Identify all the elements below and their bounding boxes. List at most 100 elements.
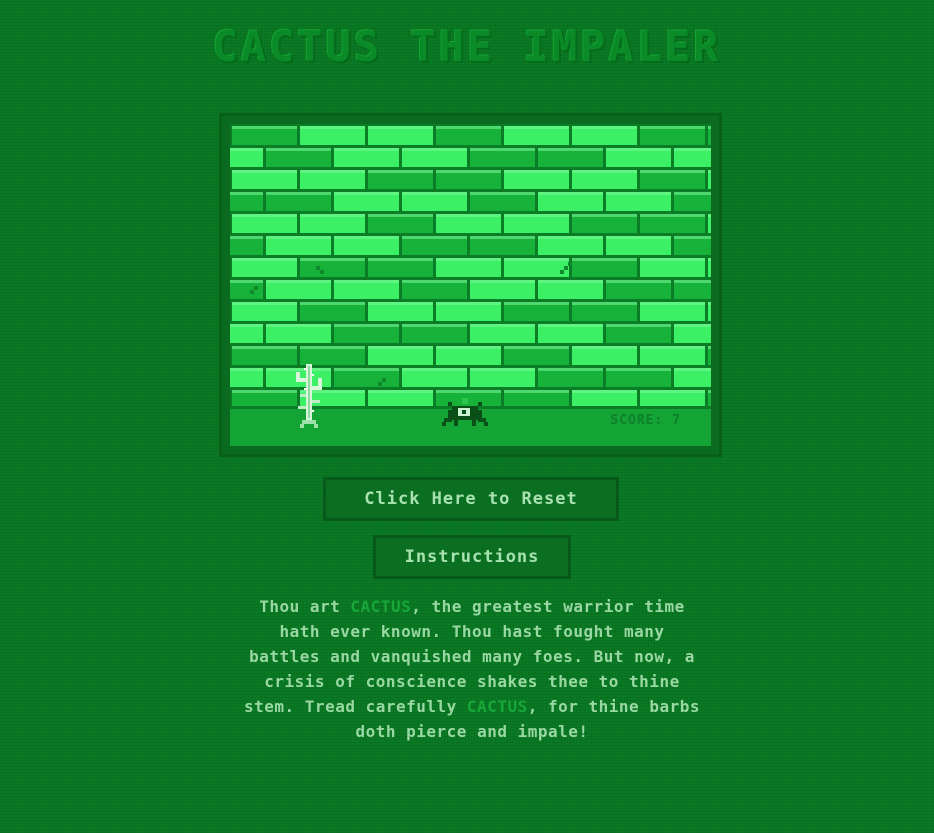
brick-highlight (674, 280, 711, 283)
brick-highlight (300, 346, 365, 349)
brick-highlight (572, 390, 637, 393)
brick-highlight (674, 148, 711, 151)
brick-highlight (708, 214, 711, 217)
brick-highlight (538, 148, 603, 151)
brick-highlight (640, 170, 705, 173)
brick-highlight (368, 346, 433, 349)
brick-highlight (266, 280, 331, 283)
story-text: Thou art CACTUS, the greatest warrior ti… (242, 594, 702, 744)
brick-highlight (402, 280, 467, 283)
cactus-name-1: CACTUS (350, 597, 412, 616)
game-frame: SCORE: 7 (222, 116, 719, 454)
brick-highlight (708, 258, 711, 261)
brick-highlight (334, 236, 399, 239)
brick-highlight (572, 214, 637, 217)
brick-highlight (640, 258, 705, 261)
brick-highlight (606, 280, 671, 283)
brick-highlight (334, 192, 399, 195)
brick-highlight (504, 170, 569, 173)
brick-highlight (470, 368, 535, 371)
page-title: CACTUS THE IMPALER (212, 22, 722, 71)
brick-highlight (504, 214, 569, 217)
cactus-name-2: CACTUS (466, 697, 528, 716)
brick-highlight (606, 148, 671, 151)
brick-highlight (232, 258, 297, 261)
brick-highlight (402, 236, 467, 239)
brick-highlight (368, 302, 433, 305)
brick-highlight (640, 390, 705, 393)
reset-button[interactable]: Click Here to Reset (323, 477, 619, 521)
brick-highlight (334, 324, 399, 327)
brick-highlight (708, 302, 711, 305)
game-canvas[interactable]: SCORE: 7 (230, 124, 711, 446)
brick-highlight (436, 126, 501, 129)
brick-highlight (232, 126, 297, 129)
brick-highlight (300, 126, 365, 129)
brick-highlight (470, 324, 535, 327)
brick-highlight (300, 258, 365, 261)
brick-highlight (232, 390, 297, 393)
brick-highlight (402, 324, 467, 327)
brick-highlight (436, 346, 501, 349)
brick-highlight (470, 192, 535, 195)
brick-highlight (266, 324, 331, 327)
brick-highlight (606, 236, 671, 239)
brick-highlight (266, 192, 331, 195)
brick-highlight (640, 214, 705, 217)
brick-highlight (232, 302, 297, 305)
brick-highlight (232, 214, 297, 217)
brick-highlight (436, 258, 501, 261)
brick-highlight (368, 390, 433, 393)
brick-highlight (230, 192, 263, 195)
brick-highlight (504, 390, 569, 393)
brick-highlight (436, 214, 501, 217)
brick-highlight (674, 324, 711, 327)
brick-highlight (402, 368, 467, 371)
brick-highlight (266, 236, 331, 239)
brick-highlight (300, 170, 365, 173)
brick-highlight (572, 170, 637, 173)
brick-highlight (572, 346, 637, 349)
brick-highlight (436, 390, 501, 393)
brick-highlight (470, 280, 535, 283)
brick-highlight (674, 368, 711, 371)
brick-highlight (538, 324, 603, 327)
brick-highlight (606, 324, 671, 327)
brick-highlight (504, 126, 569, 129)
brick-highlight (504, 258, 569, 261)
brick-highlight (230, 236, 263, 239)
brick-highlight (538, 236, 603, 239)
brick-highlight (708, 170, 711, 173)
brick-highlight (368, 258, 433, 261)
story-part-1: Thou art (259, 597, 351, 616)
brick-highlight (436, 170, 501, 173)
brick-highlight (230, 148, 263, 151)
brick-highlight (640, 302, 705, 305)
brick-highlight (368, 170, 433, 173)
brick-highlight (708, 390, 711, 393)
brick-highlight (230, 324, 263, 327)
brick-highlight (572, 302, 637, 305)
brick-highlight (300, 214, 365, 217)
instructions-button[interactable]: Instructions (373, 535, 571, 579)
brick-highlight (538, 192, 603, 195)
brick-wall (230, 124, 711, 409)
brick-highlight (266, 148, 331, 151)
brick-highlight (640, 346, 705, 349)
brick-highlight (504, 346, 569, 349)
brick-highlight (640, 126, 705, 129)
brick-highlight (334, 280, 399, 283)
brick-highlight (470, 148, 535, 151)
brick-highlight (232, 170, 297, 173)
brick-highlight (368, 214, 433, 217)
brick-highlight (708, 346, 711, 349)
game-scene (230, 124, 711, 446)
score-label: SCORE: 7 (610, 413, 681, 428)
brick-highlight (266, 368, 331, 371)
brick-highlight (470, 236, 535, 239)
brick-highlight (674, 236, 711, 239)
brick-highlight (504, 302, 569, 305)
brick-highlight (572, 126, 637, 129)
brick-highlight (538, 368, 603, 371)
game-page: CACTUS THE IMPALER SCORE: 7 Click Here t… (0, 0, 934, 833)
